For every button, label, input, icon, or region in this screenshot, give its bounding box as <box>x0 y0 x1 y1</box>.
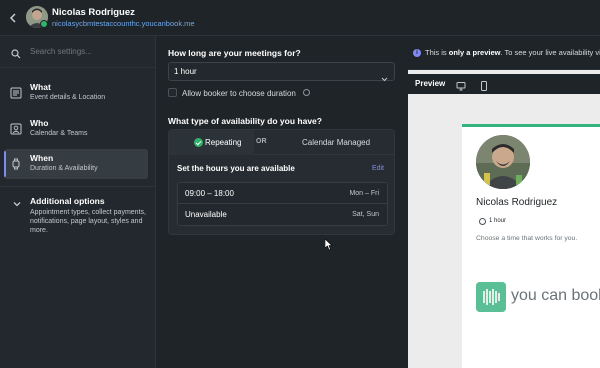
sidebar-item-subtitle: Duration & Availability <box>30 165 98 172</box>
availability-type-toggle: Repeating OR Calendar Managed <box>169 130 394 155</box>
booking-page-hint: Choose a time that works for you. <box>476 235 578 242</box>
preview-notice-text: This is only a preview. To see your live… <box>425 48 600 57</box>
sidebar-item-title: What <box>30 82 51 92</box>
sidebar-item-when[interactable]: When Duration & Availability <box>4 149 148 179</box>
status-dot <box>40 20 48 28</box>
header: Nicolas Rodriguez nicolasycbmtestaccount… <box>0 0 600 36</box>
calendar-managed-option[interactable]: Calendar Managed <box>302 138 370 147</box>
or-separator: OR <box>254 132 274 153</box>
additional-options-title: Additional options <box>30 196 105 206</box>
hours-days: Mon – Fri <box>349 190 379 197</box>
document-icon <box>10 86 22 99</box>
allow-duration-checkbox[interactable] <box>168 88 177 97</box>
mobile-icon[interactable] <box>480 78 488 91</box>
notice-suffix: . To see your live availability visit <box>500 48 600 57</box>
divider <box>0 186 156 187</box>
availability-card: Repeating OR Calendar Managed Set the ho… <box>168 129 395 235</box>
preview-label: Preview <box>415 79 446 88</box>
allow-duration-label: Allow booker to choose duration <box>182 89 296 98</box>
chevron-left-icon[interactable] <box>8 11 20 25</box>
or-label: OR <box>256 138 267 145</box>
edit-hours-link[interactable]: Edit <box>372 165 384 172</box>
preview-panel: i This is only a preview. To see your li… <box>408 36 600 368</box>
sidebar-item-subtitle: Event details & Location <box>30 94 106 101</box>
search-bar[interactable]: Search settings... <box>0 36 156 68</box>
app-window: Nicolas Rodriguez nicolasycbmtestaccount… <box>0 0 600 368</box>
notice-bold: only a preview <box>448 48 501 57</box>
booking-page-duration: 1 hour <box>489 218 507 224</box>
preview-notice: i This is only a preview. To see your li… <box>408 36 600 70</box>
repeating-option[interactable]: Repeating <box>169 130 254 155</box>
duration-value: 1 hour <box>174 67 197 76</box>
hours-time: 09:00 – 18:00 <box>185 189 234 198</box>
check-circle-icon <box>194 138 203 147</box>
mouse-cursor <box>324 238 333 251</box>
youcanbook-logo-icon <box>476 282 506 312</box>
sidebar-item-what[interactable]: What Event details & Location <box>4 78 148 108</box>
info-icon: i <box>413 49 421 57</box>
hours-row: 09:00 – 18:00 Mon – Fri <box>177 182 388 204</box>
sidebar-item-subtitle: Calendar & Teams <box>30 130 88 137</box>
availability-question: What type of availability do you have? <box>168 116 322 126</box>
search-icon <box>11 46 21 59</box>
sidebar-item-who[interactable]: Who Calendar & Teams <box>4 114 148 144</box>
additional-options[interactable]: Additional options Appointment types, co… <box>4 192 152 240</box>
search-input[interactable]: Search settings... <box>30 47 92 56</box>
youcanbook-logo-text: you can book <box>511 287 600 304</box>
hours-time: Unavailable <box>185 210 227 219</box>
user-card-icon <box>10 122 22 135</box>
desktop-icon[interactable] <box>456 78 466 91</box>
watch-icon <box>10 157 22 170</box>
additional-options-description: Appointment types, collect payments, not… <box>30 209 146 234</box>
booking-page-preview: Nicolas Rodriguez 1 hour Choose a time t… <box>462 124 600 368</box>
clock-icon <box>479 218 486 225</box>
preview-canvas: Nicolas Rodriguez 1 hour Choose a time t… <box>408 94 600 368</box>
duration-select[interactable]: 1 hour <box>168 62 395 82</box>
hours-days: Sat, Sun <box>352 211 379 218</box>
chevron-down-icon <box>381 69 388 82</box>
hours-title: Set the hours you are available <box>177 164 295 173</box>
sidebar: Search settings... What Event details & … <box>0 36 156 368</box>
chevron-down-icon <box>12 196 22 207</box>
avatar <box>476 135 530 189</box>
sidebar-item-title: Who <box>30 118 49 128</box>
preview-toolbar: Preview <box>408 74 600 94</box>
duration-question: How long are your meetings for? <box>168 48 301 58</box>
sidebar-item-title: When <box>30 153 54 163</box>
notice-prefix: This is <box>425 48 449 57</box>
repeating-label: Repeating <box>205 138 242 147</box>
hours-row: Unavailable Sat, Sun <box>177 204 388 226</box>
booking-page-name: Nicolas Rodriguez <box>476 197 558 208</box>
info-icon[interactable] <box>303 89 310 96</box>
user-name: Nicolas Rodriguez <box>52 7 135 18</box>
main-panel: How long are your meetings for? 1 hour A… <box>156 36 408 368</box>
user-url-link[interactable]: nicolasycbmtestaccounthc.youcanbook.me <box>52 19 195 28</box>
